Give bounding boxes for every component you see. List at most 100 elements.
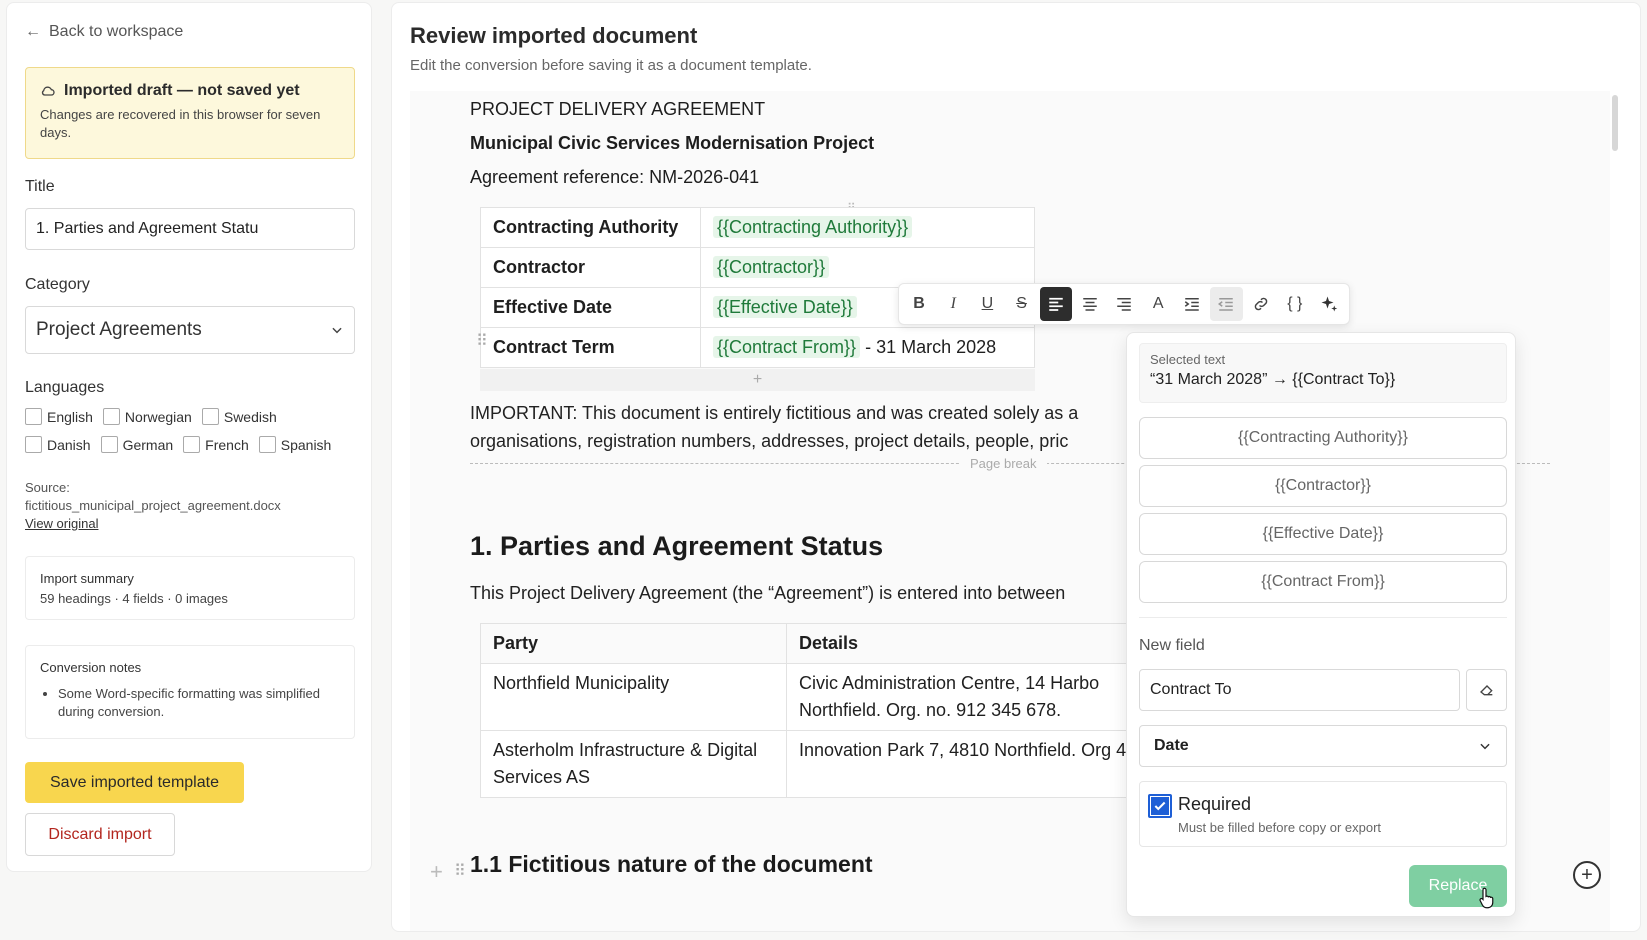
- page-subtitle: Edit the conversion before saving it as …: [410, 57, 812, 74]
- party-cell[interactable]: Northfield Municipality: [480, 663, 787, 731]
- table-cell-key[interactable]: Contracting Authority: [480, 207, 701, 248]
- language-swedish[interactable]: Swedish: [201, 408, 277, 425]
- checkbox[interactable]: [100, 436, 118, 453]
- field-tag[interactable]: {{Contracting Authority}}: [713, 216, 913, 238]
- divider: [1139, 617, 1507, 618]
- field-option[interactable]: {{Contractor}}: [1139, 465, 1507, 507]
- new-field-input[interactable]: [1139, 669, 1460, 711]
- language-label: English: [47, 408, 93, 425]
- details-cell[interactable]: Civic Administration Centre, 14 Harbo No…: [786, 663, 1180, 731]
- format-toolbar: B I U S A { }: [898, 283, 1350, 325]
- section-heading[interactable]: 1. Parties and Agreement Status: [470, 531, 883, 562]
- field-tag[interactable]: {{Contractor}}: [713, 256, 830, 278]
- save-imported-template-button[interactable]: Save imported template: [25, 762, 244, 803]
- discard-import-button[interactable]: Discard import: [25, 813, 175, 856]
- language-english[interactable]: English: [25, 408, 93, 425]
- section-intro[interactable]: This Project Delivery Agreement (the “Ag…: [470, 583, 1130, 604]
- important-notice[interactable]: IMPORTANT: This document is entirely fic…: [470, 399, 1130, 455]
- page-title: Review imported document: [410, 23, 698, 48]
- details-cell[interactable]: Innovation Park 7, 4810 Northfield. Org …: [786, 730, 1180, 798]
- doc-reference[interactable]: Agreement reference: NM-2026-041: [470, 167, 759, 188]
- row-drag-handle-icon[interactable]: ⠿: [476, 331, 488, 351]
- language-label: Swedish: [223, 408, 277, 425]
- bold-button[interactable]: B: [903, 287, 935, 321]
- table-cell-value[interactable]: {{Contractor}}: [700, 247, 1035, 288]
- details-header[interactable]: Details: [786, 623, 1180, 664]
- insert-field-button[interactable]: { }: [1279, 287, 1311, 321]
- language-danish[interactable]: Danish: [25, 436, 91, 453]
- field-option[interactable]: {{Contract From}}: [1139, 561, 1507, 603]
- required-checkbox[interactable]: [1148, 794, 1172, 818]
- language-spanish[interactable]: Spanish: [258, 436, 332, 453]
- checkbox[interactable]: [183, 436, 201, 453]
- required-option[interactable]: Required Must be filled before copy or e…: [1139, 781, 1507, 847]
- title-input[interactable]: [25, 208, 355, 250]
- outdent-button[interactable]: [1210, 287, 1243, 321]
- checkbox-fill: [1151, 797, 1169, 815]
- outdent-icon: [1218, 298, 1234, 311]
- align-left-button[interactable]: [1039, 287, 1072, 321]
- table-cell-key[interactable]: Contractor: [480, 247, 701, 288]
- ai-sparkle-button[interactable]: [1313, 287, 1345, 321]
- add-block-button[interactable]: +: [1573, 861, 1601, 889]
- scrollbar[interactable]: [1612, 95, 1618, 151]
- selected-text-box: Selected text “31 March 2028” → {{Contra…: [1139, 343, 1507, 403]
- subsection-heading[interactable]: 1.1 Fictitious nature of the document: [470, 851, 873, 878]
- doc-heading-line[interactable]: PROJECT DELIVERY AGREEMENT: [470, 99, 765, 120]
- table-cell-key[interactable]: Contract Term: [480, 327, 701, 368]
- languages-row-1: English Norwegian Swedish: [25, 408, 277, 425]
- languages-row-2: Danish German French Spanish: [25, 436, 331, 453]
- arrow-left-icon: ←: [25, 23, 41, 40]
- field-type-value: Date: [1154, 737, 1189, 754]
- field-type-select[interactable]: Date: [1139, 725, 1507, 767]
- field-option[interactable]: {{Contracting Authority}}: [1139, 417, 1507, 459]
- text-color-button[interactable]: A: [1142, 287, 1174, 321]
- language-french[interactable]: French: [183, 436, 249, 453]
- language-label: Spanish: [280, 436, 332, 453]
- checkbox[interactable]: [258, 436, 276, 453]
- party-header[interactable]: Party: [480, 623, 787, 664]
- category-select[interactable]: Project Agreements: [25, 306, 355, 354]
- checkbox[interactable]: [25, 436, 42, 453]
- view-original-link[interactable]: View original: [25, 516, 98, 531]
- source-info: Source: fictitious_municipal_project_agr…: [25, 479, 281, 533]
- doc-project-title[interactable]: Municipal Civic Services Modernisation P…: [470, 133, 874, 154]
- party-cell[interactable]: Asterholm Infrastructure & Digital Servi…: [480, 730, 787, 798]
- selected-text[interactable]: - 31 March 2028: [860, 337, 996, 357]
- table-cell-key[interactable]: Effective Date: [480, 287, 701, 328]
- checkbox[interactable]: [201, 408, 219, 425]
- language-norwegian[interactable]: Norwegian: [102, 408, 192, 425]
- draft-notice-title: Imported draft — not saved yet: [64, 82, 300, 99]
- link-button[interactable]: [1245, 287, 1277, 321]
- add-block-icon[interactable]: +: [430, 859, 443, 885]
- strikethrough-button[interactable]: S: [1005, 287, 1037, 321]
- languages-label: Languages: [25, 379, 105, 396]
- title-label: Title: [25, 178, 55, 195]
- parties-table: Party Details Northfield Municipality Ci…: [480, 623, 1180, 798]
- align-right-icon: [1117, 298, 1131, 311]
- checkbox[interactable]: [25, 408, 42, 425]
- conversion-notes-card: Conversion notes Some Word-specific form…: [25, 645, 355, 739]
- block-drag-handle-icon[interactable]: ⠿: [454, 861, 466, 881]
- align-right-button[interactable]: [1108, 287, 1140, 321]
- language-german[interactable]: German: [100, 436, 173, 453]
- checkbox[interactable]: [102, 408, 120, 425]
- indent-button[interactable]: [1176, 287, 1208, 321]
- underline-button[interactable]: U: [971, 287, 1003, 321]
- conversion-notes-list: Some Word-specific formatting was simpli…: [40, 685, 340, 721]
- align-center-button[interactable]: [1074, 287, 1106, 321]
- language-label: French: [205, 436, 249, 453]
- italic-button[interactable]: I: [937, 287, 969, 321]
- strikethrough-icon: S: [1016, 295, 1027, 312]
- table-cell-value[interactable]: {{Contract From}} - 31 March 2028: [700, 327, 1035, 368]
- back-to-workspace-link[interactable]: ← Back to workspace: [25, 23, 183, 41]
- selected-text-label: Selected text: [1150, 352, 1226, 367]
- add-table-row-button[interactable]: +: [480, 369, 1035, 391]
- field-tag[interactable]: {{Contract From}}: [713, 336, 861, 358]
- align-center-icon: [1083, 298, 1097, 311]
- field-option[interactable]: {{Effective Date}}: [1139, 513, 1507, 555]
- clear-field-button[interactable]: [1466, 669, 1507, 711]
- selected-text-value: “31 March 2028” → {{Contract To}}: [1150, 371, 1396, 388]
- table-cell-value[interactable]: {{Contracting Authority}}: [700, 207, 1035, 248]
- field-tag[interactable]: {{Effective Date}}: [713, 296, 857, 318]
